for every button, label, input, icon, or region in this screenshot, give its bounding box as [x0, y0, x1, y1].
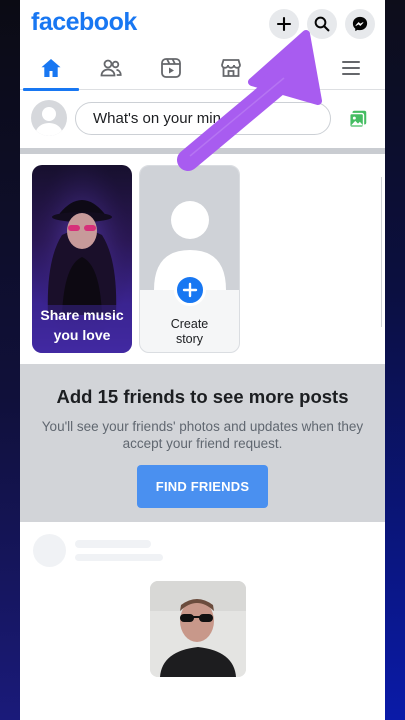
- search-icon: [314, 16, 330, 32]
- photo-icon[interactable]: [347, 108, 369, 130]
- tab-notifications[interactable]: [261, 46, 321, 90]
- create-button[interactable]: [269, 9, 299, 39]
- find-friends-button[interactable]: FIND FRIENDS: [137, 465, 268, 508]
- notifications-icon: [281, 60, 301, 78]
- nav-tabs: [20, 46, 385, 91]
- profile-avatar[interactable]: [31, 100, 67, 136]
- composer-text: What's on your min: [93, 110, 221, 127]
- create-story-caption: Create story: [140, 317, 239, 347]
- menu-icon: [342, 61, 360, 75]
- tab-watch[interactable]: [141, 46, 201, 90]
- plus-icon: [182, 282, 198, 298]
- add-friends-panel: Add 15 friends to see more posts You'll …: [20, 364, 385, 522]
- create-story-avatar: [140, 166, 239, 290]
- share-music-story-card[interactable]: Share music you love: [32, 165, 132, 353]
- whats-on-your-mind-input[interactable]: What's on your min: [75, 102, 331, 135]
- friends-icon: [100, 59, 122, 77]
- stories-tray: Share music you love Create story: [20, 154, 385, 364]
- search-button[interactable]: [307, 9, 337, 39]
- music-story-caption: Share music you love: [32, 305, 132, 345]
- tab-home[interactable]: [21, 46, 81, 91]
- skeleton-line: [75, 554, 163, 561]
- presenter-video-thumbnail: [150, 581, 246, 677]
- add-friends-description-line-2: accept your friend request.: [122, 436, 283, 451]
- music-story-line-2: you love: [53, 327, 111, 343]
- feed-loading: [20, 522, 385, 720]
- left-background: [0, 0, 20, 720]
- default-avatar-icon: [35, 107, 63, 136]
- right-background: [383, 0, 405, 720]
- facebook-logo[interactable]: facebook: [31, 8, 137, 37]
- add-story-button[interactable]: [174, 274, 206, 306]
- add-friends-description: You'll see your friends' photos and upda…: [34, 418, 371, 452]
- phone-screen: facebook What's on your min Share music …: [20, 0, 385, 720]
- create-story-card[interactable]: Create story: [139, 165, 240, 353]
- skeleton-line: [75, 540, 151, 548]
- top-bar: facebook: [20, 0, 385, 46]
- tab-menu[interactable]: [321, 46, 381, 90]
- home-icon: [41, 59, 61, 77]
- create-story-line-1: Create: [170, 317, 209, 331]
- tab-marketplace[interactable]: [201, 46, 261, 90]
- messenger-button[interactable]: [345, 9, 375, 39]
- stories-scroll-indicator: [381, 177, 385, 327]
- messenger-icon: [352, 16, 368, 32]
- skeleton-avatar: [33, 534, 66, 567]
- add-friends-title: Add 15 friends to see more posts: [56, 386, 349, 407]
- marketplace-icon: [221, 59, 241, 77]
- music-story-line-1: Share music: [40, 307, 124, 323]
- add-friends-description-line-1: You'll see your friends' photos and upda…: [41, 419, 364, 434]
- plus-icon: [276, 16, 292, 32]
- post-composer: What's on your min: [20, 90, 385, 148]
- watch-icon: [161, 58, 181, 78]
- create-story-line-2: story: [175, 332, 204, 346]
- tab-friends[interactable]: [81, 46, 141, 90]
